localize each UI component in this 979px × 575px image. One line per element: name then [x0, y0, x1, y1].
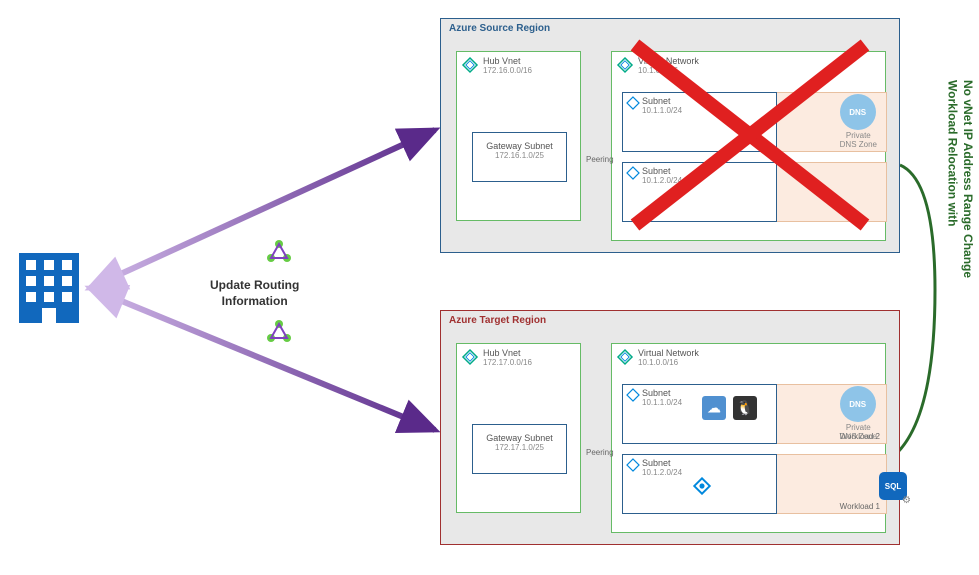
linux-vm-icon: [733, 396, 757, 420]
source-subnet-2: Subnet10.1.2.0/24: [622, 162, 777, 222]
source-spoke-vnet: Virtual Network 10.1.0.0/16 Subnet10.1.1…: [611, 51, 886, 241]
subnet-icon: [626, 96, 640, 110]
cloud-vm-icon: [702, 396, 726, 420]
routing-label: Update Routing Information: [210, 278, 299, 309]
network-icon-top: [265, 238, 293, 266]
vnet-icon: [461, 56, 479, 74]
target-vm-icons: [700, 392, 759, 427]
subnet-icon: [626, 166, 640, 180]
relocation-arrow-label: No vNet IP Address Range Change Workload…: [944, 80, 975, 278]
source-dns-zone: DNS Private DNS Zone: [840, 94, 877, 150]
target-hub-vnet: Hub Vnet 172.17.0.0/16 Gateway Subnet 17…: [456, 343, 581, 513]
subnet-icon: [626, 458, 640, 472]
subnet-icon: [626, 388, 640, 402]
target-subnet-2: Subnet10.1.2.0/24: [622, 454, 777, 514]
dns-icon: DNS: [840, 386, 876, 422]
sql-database-icon: SQL ⚙: [879, 472, 907, 504]
api-mgmt-icon: [693, 477, 711, 495]
dns-icon: DNS: [840, 94, 876, 130]
vnet-icon: [616, 56, 634, 74]
network-icon-bottom: [265, 318, 293, 346]
source-peering-label: Peering: [586, 155, 614, 164]
vnet-icon: [461, 348, 479, 366]
target-region: Azure Target Region Hub Vnet 172.17.0.0/…: [440, 310, 900, 545]
target-peering-label: Peering: [586, 448, 614, 457]
vnet-icon: [616, 348, 634, 366]
source-hub-vnet: Hub Vnet 172.16.0.0/16 Gateway Subnet 17…: [456, 51, 581, 221]
source-region-title: Azure Source Region: [449, 23, 550, 34]
target-dns-zone: DNS Private DNS Zone: [840, 386, 877, 442]
source-subnet-1: Subnet10.1.1.0/24: [622, 92, 777, 152]
source-gateway-subnet: Gateway Subnet 172.16.1.0/25: [472, 132, 567, 182]
target-gateway-subnet: Gateway Subnet 172.17.1.0/25: [472, 424, 567, 474]
onprem-building-icon: [14, 248, 84, 328]
source-region: Azure Source Region Hub Vnet 172.16.0.0/…: [440, 18, 900, 253]
target-region-title: Azure Target Region: [449, 315, 546, 326]
target-spoke-vnet: Virtual Network 10.1.0.0/16 Workload 2 W…: [611, 343, 886, 533]
